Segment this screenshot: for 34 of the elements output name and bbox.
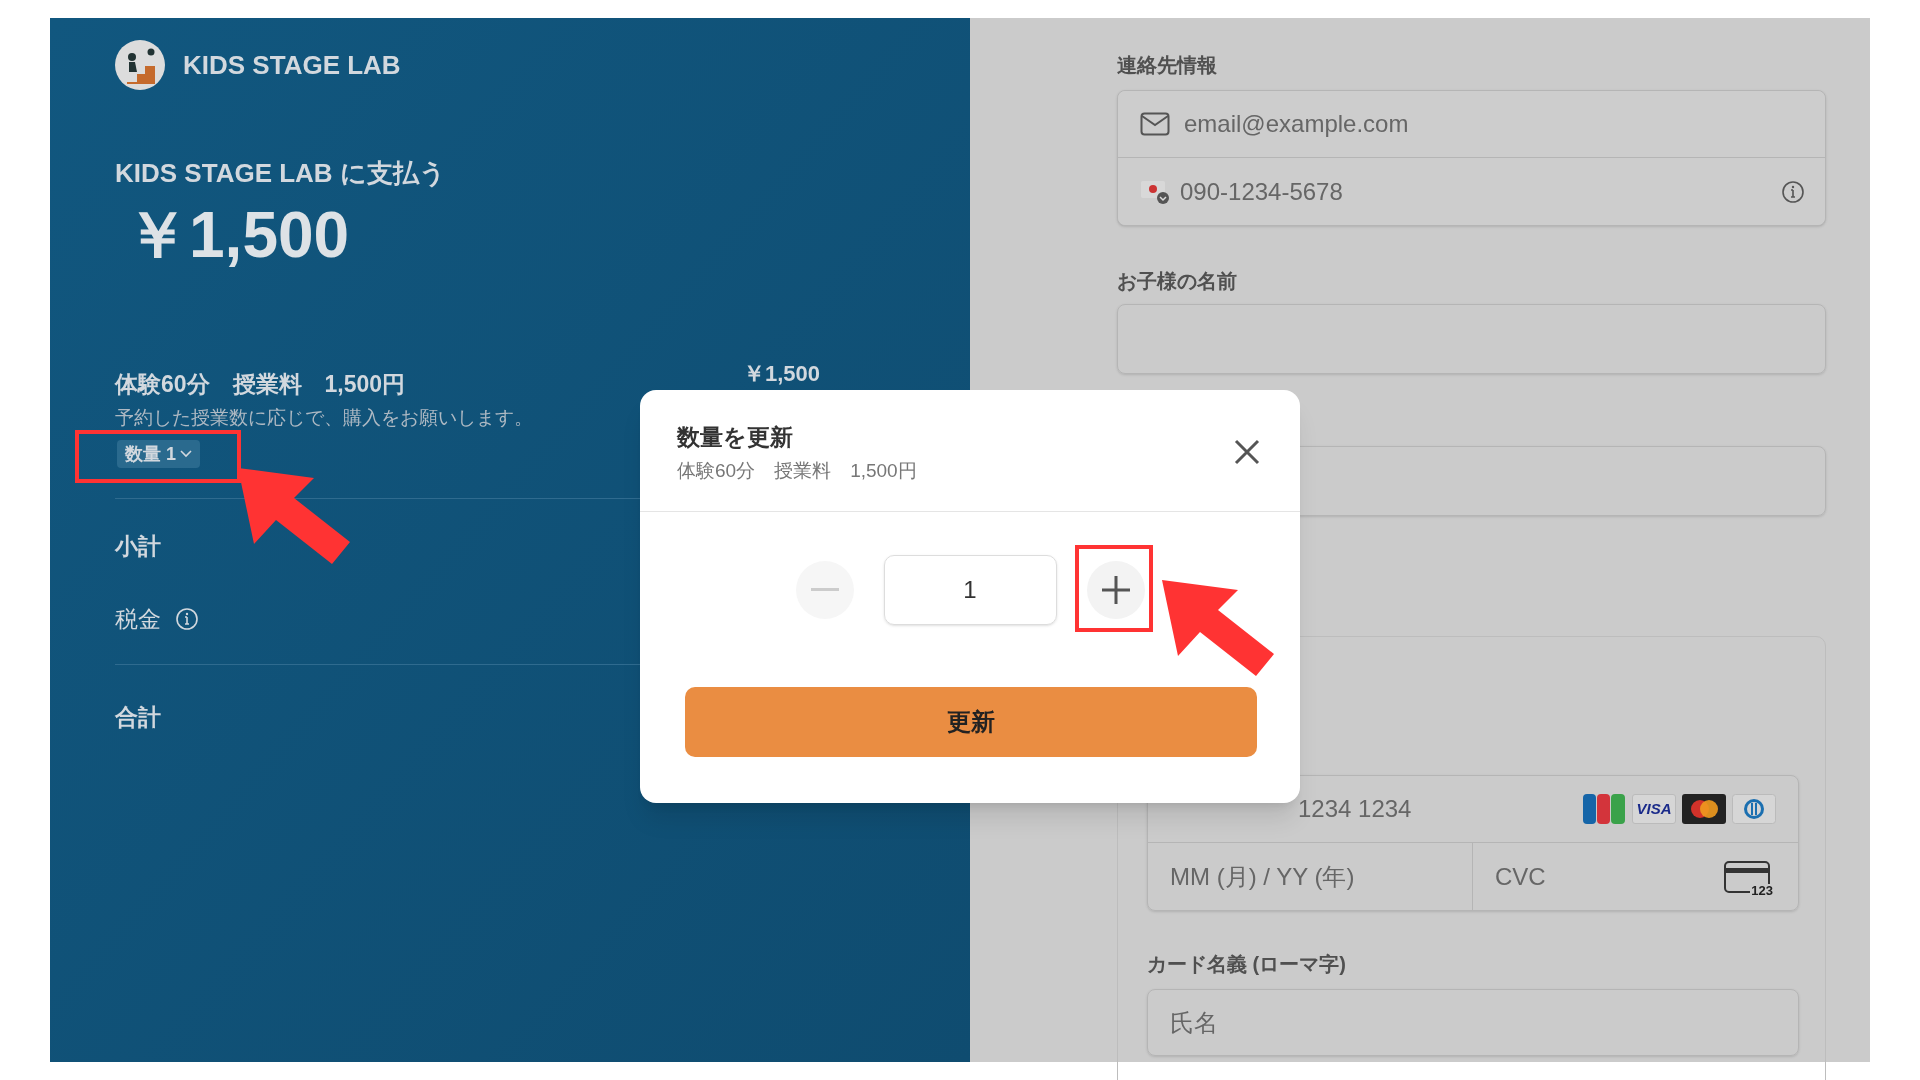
card-brand-icon xyxy=(1582,794,1626,824)
merchant-name: KIDS STAGE LAB xyxy=(183,48,401,82)
subtotal-label: 小計 xyxy=(115,532,161,561)
plus-icon xyxy=(1101,576,1130,604)
card-number-field[interactable]: 1234 1234 xyxy=(1298,776,1518,842)
item-name: 体験60分 授業料 1,500円 xyxy=(115,370,406,399)
total-label: 合計 xyxy=(115,703,161,732)
cardholder-field[interactable]: 氏名 xyxy=(1147,989,1799,1056)
quantity-button[interactable]: 数量 1 xyxy=(117,440,200,468)
cvc-field[interactable]: CVC xyxy=(1495,843,1645,910)
contact-heading: 連絡先情報 xyxy=(1117,53,1218,78)
chevron-down-icon xyxy=(180,450,192,458)
update-button[interactable]: 更新 xyxy=(685,687,1257,757)
quantity-field[interactable]: 1 xyxy=(883,555,1057,625)
child-name-label: お子様の名前 xyxy=(1117,269,1238,294)
card-brand-icon: VISA xyxy=(1632,794,1676,824)
card-brand-icon xyxy=(1682,794,1726,824)
modal-title: 数量を更新 xyxy=(677,423,794,452)
phone-field[interactable]: 090-1234-5678 xyxy=(1118,158,1825,225)
cardholder-label: カード名義 (ローマ字) xyxy=(1147,952,1347,977)
expiry-field[interactable]: MM (月) / YY (年) xyxy=(1170,843,1460,910)
logo-icon xyxy=(115,40,165,90)
envelope-icon xyxy=(1140,112,1170,136)
modal-subtitle: 体験60分 授業料 1,500円 xyxy=(677,458,917,483)
total-amount: ￥1,500 xyxy=(125,198,351,273)
item-price: ￥1,500 xyxy=(742,360,820,388)
card-brand-icon xyxy=(1732,794,1776,824)
phone-input[interactable]: 090-1234-5678 xyxy=(1180,158,1771,225)
close-icon xyxy=(1234,439,1260,465)
pay-to-label: KIDS STAGE LAB に支払う xyxy=(115,157,447,190)
info-icon[interactable] xyxy=(1781,179,1805,204)
tax-label: 税金 xyxy=(115,604,161,634)
item-description: 予約した授業数に応じで、購入をお願いします。 xyxy=(115,405,534,430)
minus-icon xyxy=(810,588,839,592)
